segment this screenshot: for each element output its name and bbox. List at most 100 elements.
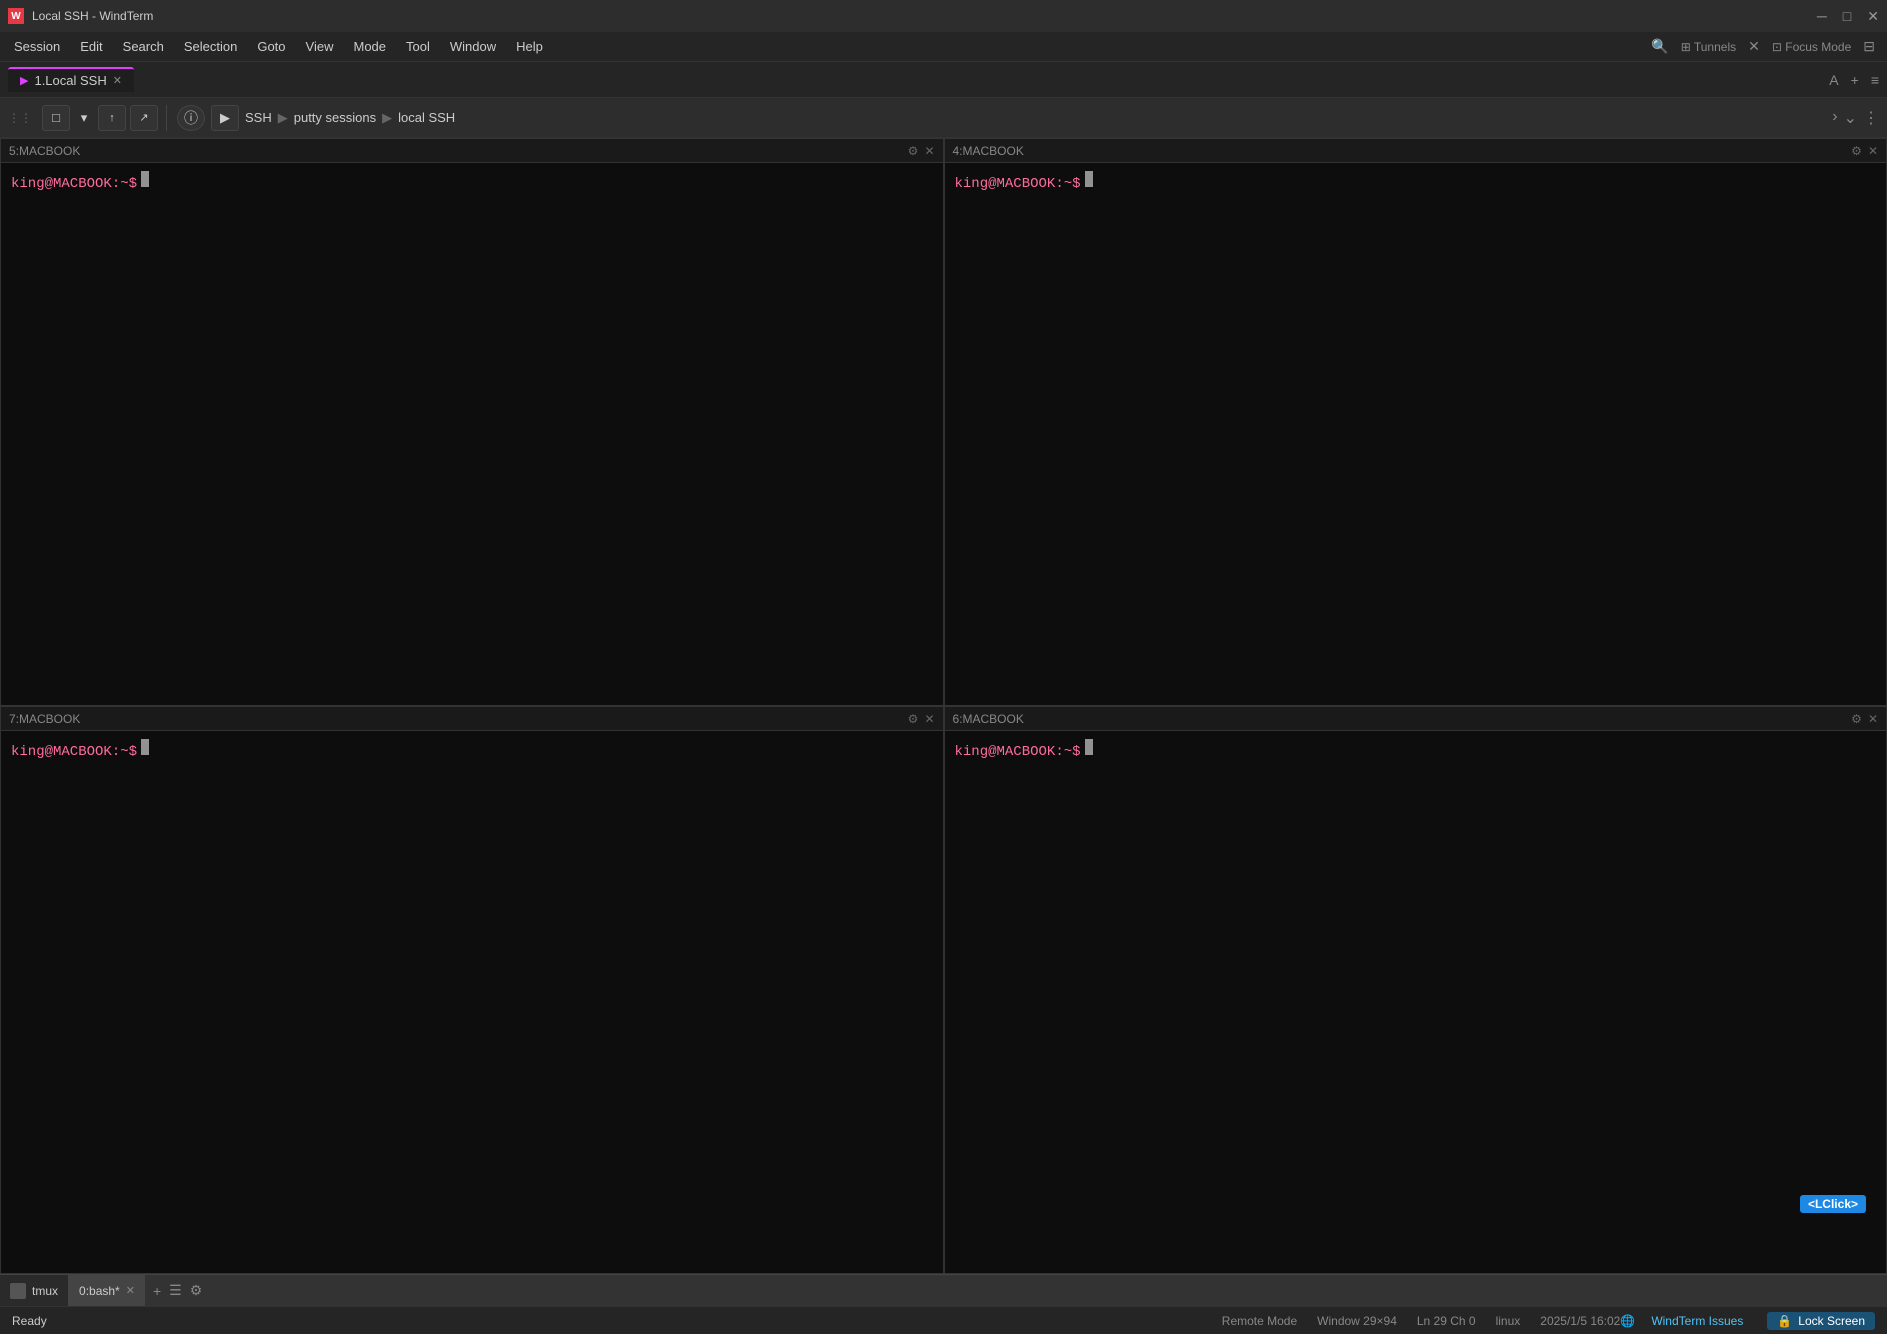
breadcrumb-putty: putty sessions bbox=[294, 110, 376, 125]
play-button[interactable]: ▶ bbox=[211, 105, 239, 131]
status-center: Remote Mode Window 29×94 Ln 29 Ch 0 linu… bbox=[1222, 1314, 1621, 1328]
pane-6-title: 6:MACBOOK bbox=[953, 712, 1852, 726]
tab-bar: ▶ 1.Local SSH ✕ A + ≡ bbox=[0, 62, 1887, 98]
breadcrumb-sep-2: ▶ bbox=[382, 110, 392, 126]
menu-view[interactable]: View bbox=[296, 35, 344, 58]
terminal-pane-6[interactable]: 6:MACBOOK ⚙ ✕ king@MACBOOK:~$ <LClick> bbox=[944, 706, 1887, 1274]
menu-edit[interactable]: Edit bbox=[70, 35, 112, 58]
info-button[interactable]: ⓘ bbox=[177, 105, 205, 131]
terminal-pane-7[interactable]: 7:MACBOOK ⚙ ✕ king@MACBOOK:~$ bbox=[0, 706, 944, 1274]
pane-5-prompt: king@MACBOOK:~$ bbox=[11, 171, 933, 192]
tmux-window-0[interactable]: 0:bash* ✕ bbox=[68, 1275, 145, 1306]
tab-menu-button[interactable]: ≡ bbox=[1871, 72, 1879, 88]
toolbar-layout-group: □ ▾ ↑ ↗ bbox=[42, 105, 167, 131]
status-issues-link[interactable]: WindTerm Issues bbox=[1651, 1314, 1743, 1328]
menu-bar: Session Edit Search Selection Goto View … bbox=[0, 32, 1887, 62]
terminal-grid: 5:MACBOOK ⚙ ✕ king@MACBOOK:~$ 4:MACBOOK … bbox=[0, 138, 1887, 1274]
more-options-icon[interactable]: ⋮ bbox=[1863, 108, 1879, 128]
app-icon: W bbox=[8, 8, 24, 24]
terminal-pane-5[interactable]: 5:MACBOOK ⚙ ✕ king@MACBOOK:~$ bbox=[0, 138, 944, 706]
tmux-list-button[interactable]: ☰ bbox=[169, 1282, 182, 1299]
pane-4-prompt: king@MACBOOK:~$ bbox=[955, 171, 1877, 192]
tmux-logo-icon bbox=[10, 1283, 26, 1299]
pane-7-prompt: king@MACBOOK:~$ bbox=[11, 739, 933, 760]
menu-mode[interactable]: Mode bbox=[343, 35, 396, 58]
pane-6-content[interactable]: king@MACBOOK:~$ bbox=[945, 731, 1887, 1273]
tunnels-button[interactable]: ⊞ Tunnels bbox=[1681, 40, 1736, 54]
pane-5-content[interactable]: king@MACBOOK:~$ bbox=[1, 163, 943, 705]
menu-search[interactable]: Search bbox=[113, 35, 174, 58]
pane-down-button[interactable]: ▾ bbox=[74, 108, 94, 128]
search-icon[interactable]: 🔍 bbox=[1651, 38, 1668, 55]
breadcrumb-local-ssh: local SSH bbox=[398, 110, 455, 125]
status-window-size: Window 29×94 bbox=[1317, 1314, 1397, 1328]
status-os: linux bbox=[1496, 1314, 1521, 1328]
tmux-window-close[interactable]: ✕ bbox=[126, 1284, 135, 1297]
status-cursor-pos: Ln 29 Ch 0 bbox=[1417, 1314, 1476, 1328]
pane-6-settings-icon[interactable]: ⚙ bbox=[1851, 712, 1862, 726]
pane-7-prompt-text: king@MACBOOK:~$ bbox=[11, 744, 137, 760]
chevron-down-icon[interactable]: ⌄ bbox=[1844, 108, 1857, 128]
split-horizontal-button[interactable]: ↑ bbox=[98, 105, 126, 131]
layout-icon[interactable]: ⊟ bbox=[1863, 38, 1875, 55]
pane-7-title: 7:MACBOOK bbox=[9, 712, 908, 726]
pane-5-controls: ⚙ ✕ bbox=[908, 144, 935, 158]
tmux-settings-button[interactable]: ⚙ bbox=[190, 1282, 203, 1299]
close-button[interactable]: ✕ bbox=[1867, 8, 1879, 25]
pane-4-title-bar: 4:MACBOOK ⚙ ✕ bbox=[945, 139, 1887, 163]
pane-7-controls: ⚙ ✕ bbox=[908, 712, 935, 726]
pane-6-title-bar: 6:MACBOOK ⚙ ✕ bbox=[945, 707, 1887, 731]
pane-6-cursor bbox=[1085, 739, 1093, 755]
tmux-bar: tmux 0:bash* ✕ + ☰ ⚙ bbox=[0, 1274, 1887, 1306]
drag-handle-icon: ⋮⋮ bbox=[8, 111, 32, 125]
status-datetime: 2025/1/5 16:02 bbox=[1540, 1314, 1620, 1328]
pane-6-prompt: king@MACBOOK:~$ bbox=[955, 739, 1877, 760]
new-tab-button[interactable]: + bbox=[1851, 72, 1859, 88]
menu-session[interactable]: Session bbox=[4, 35, 70, 58]
split-vertical-button[interactable]: ↗ bbox=[130, 105, 158, 131]
pane-7-content[interactable]: king@MACBOOK:~$ bbox=[1, 731, 943, 1273]
new-pane-button[interactable]: □ bbox=[42, 105, 70, 131]
minimize-button[interactable]: ─ bbox=[1817, 8, 1827, 25]
menu-window[interactable]: Window bbox=[440, 35, 506, 58]
status-ready: Ready bbox=[12, 1314, 47, 1328]
tab-local-ssh[interactable]: ▶ 1.Local SSH ✕ bbox=[8, 67, 134, 92]
lock-screen-label: Lock Screen bbox=[1798, 1314, 1865, 1328]
pane-6-prompt-text: king@MACBOOK:~$ bbox=[955, 744, 1081, 760]
pane-5-title-bar: 5:MACBOOK ⚙ ✕ bbox=[1, 139, 943, 163]
pane-4-content[interactable]: king@MACBOOK:~$ bbox=[945, 163, 1887, 705]
menu-help[interactable]: Help bbox=[506, 35, 553, 58]
breadcrumb: SSH ▶ putty sessions ▶ local SSH bbox=[245, 110, 455, 126]
pane-7-close-icon[interactable]: ✕ bbox=[924, 712, 934, 726]
focus-mode-button[interactable]: ⊡ Focus Mode bbox=[1772, 40, 1851, 54]
status-bar: Ready Remote Mode Window 29×94 Ln 29 Ch … bbox=[0, 1306, 1887, 1334]
close-icon[interactable]: ✕ bbox=[1748, 38, 1760, 55]
pane-6-close-icon[interactable]: ✕ bbox=[1868, 712, 1878, 726]
menu-goto[interactable]: Goto bbox=[247, 35, 295, 58]
pane-5-close-icon[interactable]: ✕ bbox=[924, 144, 934, 158]
pane-5-settings-icon[interactable]: ⚙ bbox=[908, 144, 919, 158]
pane-4-title: 4:MACBOOK bbox=[953, 144, 1852, 158]
pane-4-close-icon[interactable]: ✕ bbox=[1868, 144, 1878, 158]
chevron-right-icon[interactable]: › bbox=[1832, 108, 1837, 128]
tab-arrow-icon: ▶ bbox=[20, 74, 28, 87]
lock-screen-button[interactable]: 🔒 Lock Screen bbox=[1767, 1312, 1875, 1330]
breadcrumb-ssh: SSH bbox=[245, 110, 272, 125]
tab-close-button[interactable]: ✕ bbox=[113, 74, 122, 87]
menu-selection[interactable]: Selection bbox=[174, 35, 247, 58]
pane-4-controls: ⚙ ✕ bbox=[1851, 144, 1878, 158]
menu-tool[interactable]: Tool bbox=[396, 35, 440, 58]
terminal-pane-4[interactable]: 4:MACBOOK ⚙ ✕ king@MACBOOK:~$ bbox=[944, 138, 1887, 706]
pane-4-settings-icon[interactable]: ⚙ bbox=[1851, 144, 1862, 158]
lock-icon: 🔒 bbox=[1777, 1314, 1792, 1328]
font-size-button[interactable]: A bbox=[1829, 72, 1838, 88]
pane-4-prompt-text: king@MACBOOK:~$ bbox=[955, 176, 1081, 192]
tmux-actions: + ☰ ⚙ bbox=[145, 1282, 210, 1299]
status-remote-mode: Remote Mode bbox=[1222, 1314, 1297, 1328]
pane-7-settings-icon[interactable]: ⚙ bbox=[908, 712, 919, 726]
window-controls: ─ □ ✕ bbox=[1817, 8, 1879, 25]
breadcrumb-sep-1: ▶ bbox=[278, 110, 288, 126]
maximize-button[interactable]: □ bbox=[1843, 8, 1851, 25]
toolbar: ⋮⋮ □ ▾ ↑ ↗ ⓘ ▶ SSH ▶ putty sessions ▶ lo… bbox=[0, 98, 1887, 138]
tmux-add-button[interactable]: + bbox=[153, 1283, 161, 1299]
